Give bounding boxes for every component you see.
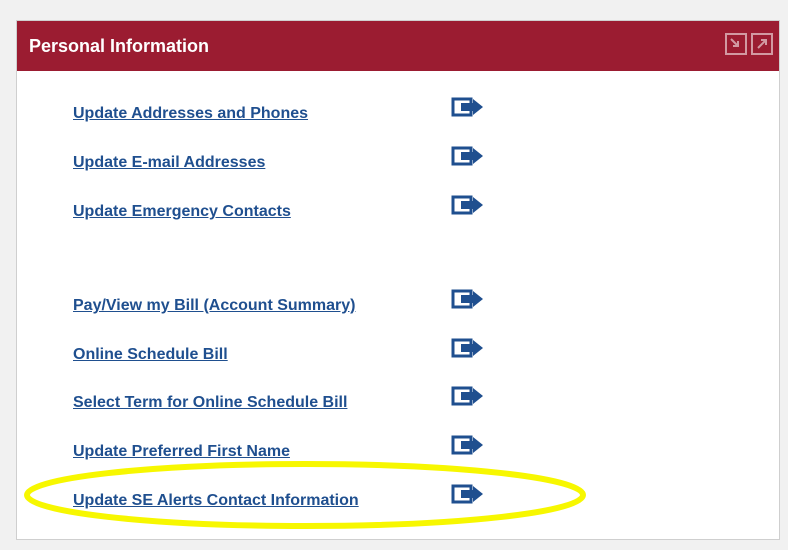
panel-header-controls: [725, 33, 773, 55]
list-item: Update SE Alerts Contact Information: [73, 492, 359, 510]
list-item: Update E-mail Addresses: [73, 154, 265, 172]
update-emergency-contacts-link[interactable]: Update Emergency Contacts: [73, 203, 291, 221]
pay-view-bill-link[interactable]: Pay/View my Bill (Account Summary): [73, 297, 355, 315]
go-arrow-icon[interactable]: [451, 338, 485, 360]
list-item: Update Preferred First Name: [73, 443, 290, 461]
list-item: Update Addresses and Phones: [73, 105, 308, 123]
personal-information-panel: Personal Information Update Addresses an…: [16, 20, 780, 540]
go-arrow-icon[interactable]: [451, 97, 485, 119]
panel-header: Personal Information: [17, 21, 779, 71]
go-arrow-icon[interactable]: [451, 195, 485, 217]
restore-icon[interactable]: [725, 33, 747, 55]
update-preferred-first-name-link[interactable]: Update Preferred First Name: [73, 443, 290, 461]
list-item: Update Emergency Contacts: [73, 203, 291, 221]
update-se-alerts-contact-link[interactable]: Update SE Alerts Contact Information: [73, 492, 359, 510]
go-arrow-icon[interactable]: [451, 386, 485, 408]
go-arrow-icon[interactable]: [451, 435, 485, 457]
list-item: Select Term for Online Schedule Bill: [73, 394, 347, 412]
online-schedule-bill-link[interactable]: Online Schedule Bill: [73, 346, 228, 364]
update-addresses-phones-link[interactable]: Update Addresses and Phones: [73, 105, 308, 123]
list-item: Online Schedule Bill: [73, 346, 228, 364]
maximize-icon[interactable]: [751, 33, 773, 55]
go-arrow-icon[interactable]: [451, 484, 485, 506]
go-arrow-icon[interactable]: [451, 289, 485, 311]
go-arrow-icon[interactable]: [451, 146, 485, 168]
panel-title: Personal Information: [29, 35, 210, 56]
update-email-addresses-link[interactable]: Update E-mail Addresses: [73, 154, 265, 172]
select-term-online-schedule-bill-link[interactable]: Select Term for Online Schedule Bill: [73, 394, 347, 412]
list-item: Pay/View my Bill (Account Summary): [73, 297, 355, 315]
